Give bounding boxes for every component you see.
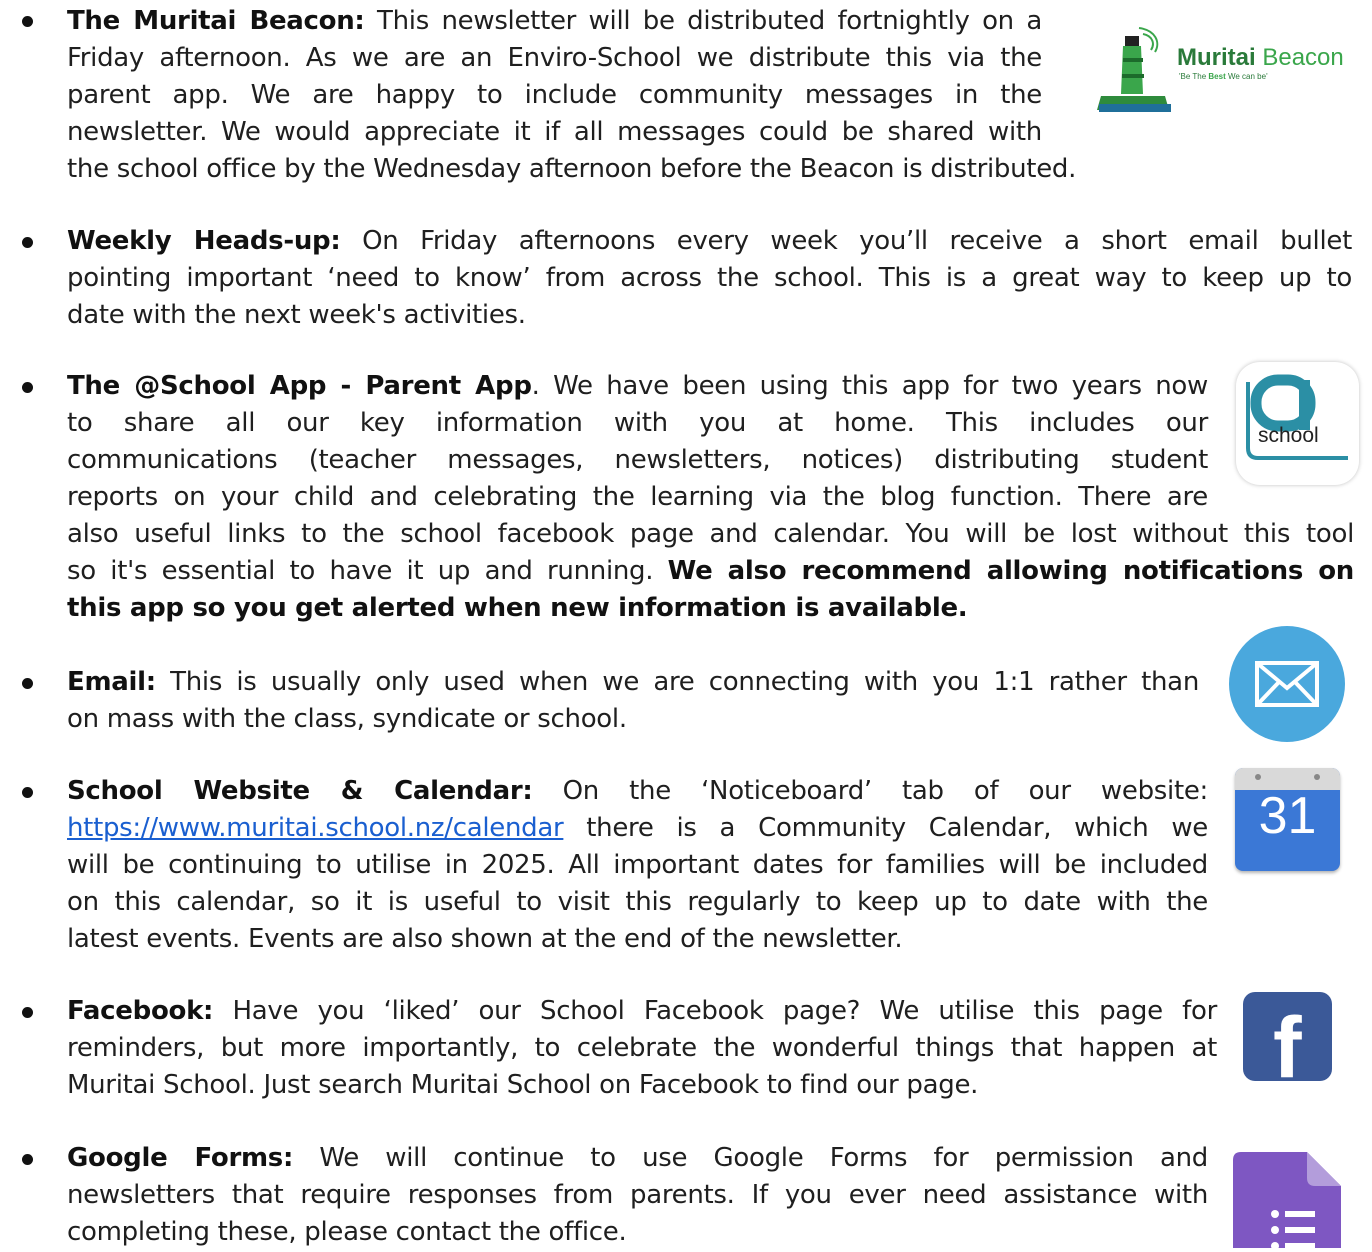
item-title: Weekly Heads-up: xyxy=(67,226,341,256)
email-icon xyxy=(1229,626,1345,742)
item-title: The @School App - Parent App xyxy=(67,371,532,401)
paragraph: Google Forms: We will continue to use Go… xyxy=(67,1143,1209,1247)
paragraph: Weekly Heads-up: On Friday afternoons ev… xyxy=(67,226,1352,330)
item-title: The Muritai Beacon: xyxy=(67,6,365,36)
school-app-icon: school xyxy=(1236,362,1359,485)
calendar-link[interactable]: https://www.muritai.school.nz/calendar xyxy=(67,813,564,843)
paragraph: School Website & Calendar: On the ‘Notic… xyxy=(67,776,1208,954)
item-title: Facebook: xyxy=(67,996,214,1026)
paragraph: The @School App - Parent App. We have be… xyxy=(67,371,1208,512)
paragraph: The Muritai Beacon: This newsletter will… xyxy=(67,6,1042,147)
paragraph-continuation: also useful links to the school facebook… xyxy=(67,519,1354,623)
paragraph-continuation: the school office by the Wednesday after… xyxy=(67,154,1077,184)
bullet-icon xyxy=(22,787,33,798)
bullet-icon xyxy=(22,678,33,689)
bullet-icon xyxy=(22,1154,33,1165)
bullet-icon xyxy=(22,1007,33,1018)
facebook-icon: f xyxy=(1243,992,1332,1081)
bullet-icon xyxy=(22,16,33,27)
paragraph: Facebook: Have you ‘liked’ our School Fa… xyxy=(67,996,1217,1100)
item-title: Google Forms: xyxy=(67,1143,294,1173)
item-title: School Website & Calendar: xyxy=(67,776,533,806)
bullet-icon xyxy=(22,382,33,393)
lighthouse-icon xyxy=(1097,27,1171,112)
google-forms-icon xyxy=(1233,1152,1343,1250)
calendar-icon: 31 xyxy=(1235,768,1340,871)
paragraph: Email: This is usually only used when we… xyxy=(67,667,1199,734)
bullet-icon xyxy=(22,237,33,248)
muritai-beacon-logo: Muritai Beacon 'Be The Best We can be' xyxy=(1095,24,1372,116)
item-title: Email: xyxy=(67,667,156,697)
